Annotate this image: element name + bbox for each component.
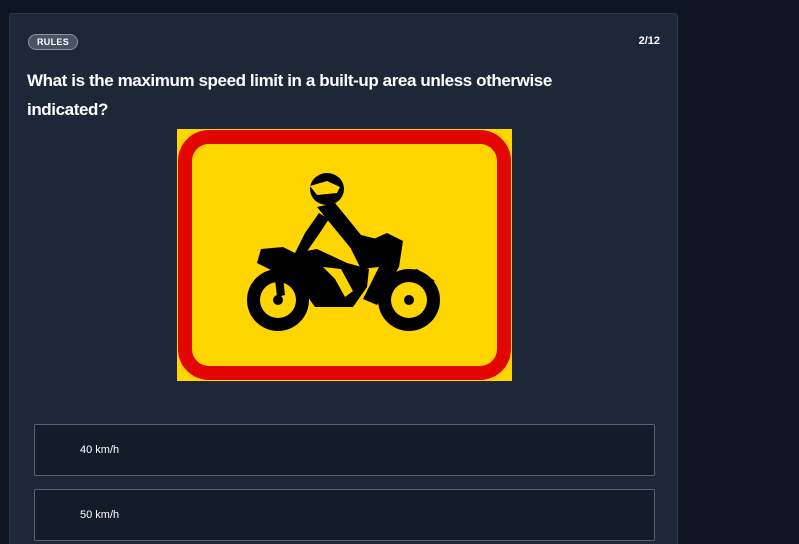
answer-option-40[interactable]: 40 km/h	[34, 424, 655, 476]
question-text: What is the maximum speed limit in a bui…	[27, 71, 552, 119]
category-badge: RULES	[28, 34, 79, 50]
motorcycle-icon	[177, 129, 512, 381]
question-counter: 2/12	[638, 35, 660, 47]
answer-option-50[interactable]: 50 km/h	[34, 489, 655, 541]
page: RULES 2/12 What is the maximum speed lim…	[0, 0, 799, 544]
answer-option-label: 40 km/h	[80, 444, 120, 456]
motorcycle-sign-image	[177, 129, 512, 381]
answer-option-label: 50 km/h	[80, 509, 120, 521]
question-card: RULES 2/12 What is the maximum speed lim…	[9, 13, 678, 544]
